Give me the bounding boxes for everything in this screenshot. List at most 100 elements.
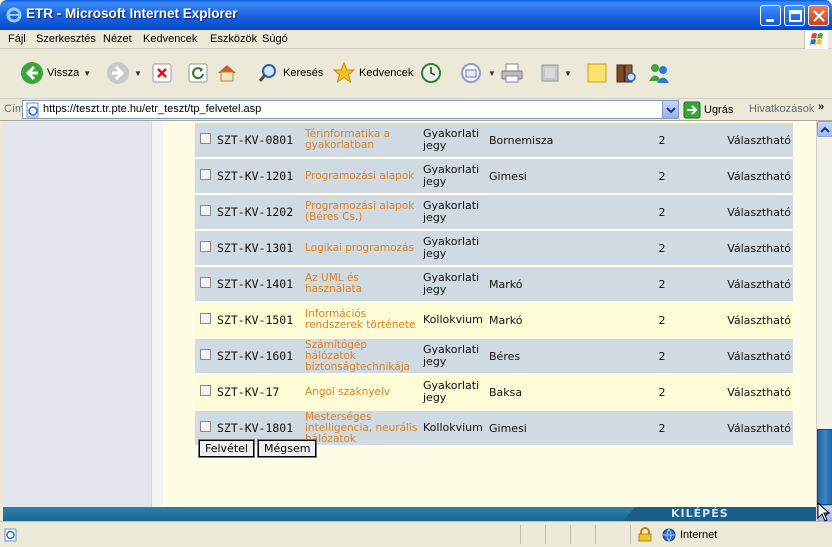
course-credit-cell: 2	[601, 231, 723, 265]
back-button[interactable]: Vissza ▼	[20, 57, 91, 89]
status-separator	[570, 525, 571, 544]
course-checkbox[interactable]	[199, 349, 211, 360]
print-icon	[501, 63, 523, 83]
stop-button[interactable]	[152, 57, 172, 89]
menu-edit[interactable]: Szerkesztés	[36, 33, 96, 45]
scroll-up-button[interactable]	[817, 121, 832, 137]
course-code: SZT-KV-1401	[217, 277, 294, 291]
edit-icon	[541, 64, 559, 82]
toolbar: Vissza ▼ ▼ Keresés Kedvencek ▼ ▼	[0, 49, 832, 99]
stop-icon	[152, 63, 172, 83]
course-name[interactable]: Térinformatika a gyakorlatban	[305, 128, 390, 151]
history-button[interactable]	[420, 57, 442, 89]
course-status: Választható	[727, 349, 791, 363]
windows-logo-icon	[804, 31, 828, 49]
course-teacher: Bornemisza	[489, 133, 554, 147]
course-checkbox[interactable]	[199, 313, 211, 324]
submit-button[interactable]: Felvétel	[198, 439, 255, 458]
course-credit: 2	[658, 313, 666, 327]
close-button[interactable]	[808, 5, 829, 26]
course-credit-cell: 2	[601, 375, 723, 409]
course-name[interactable]: Számítógép hálózatok biztonságtechnikája	[305, 339, 410, 373]
course-row: SZT-KV-1201 Programozási alapok Gyakorlati…	[195, 159, 793, 193]
course-table: SZT-KV-0801 Térinformatika a gyakorlatban…	[195, 121, 793, 447]
go-button[interactable]: Ugrás	[683, 101, 733, 119]
course-checkbox-cell	[195, 123, 215, 157]
note-icon	[587, 63, 607, 83]
refresh-button[interactable]	[188, 57, 208, 89]
course-code: SZT-KV-1202	[217, 205, 294, 219]
course-type-cell: Gyakorlati jegy	[421, 339, 487, 373]
course-name-cell: Programozási alapok	[303, 159, 421, 193]
course-code: SZT-KV-1501	[217, 313, 294, 327]
favorites-button[interactable]: Kedvencek	[332, 57, 413, 89]
links-label[interactable]: Hivatkozások	[749, 103, 814, 115]
exit-link[interactable]: KILÉPÉS	[671, 507, 729, 520]
messenger-button[interactable]	[646, 57, 672, 89]
forward-button[interactable]: ▼	[106, 57, 142, 89]
mail-dropdown-icon[interactable]: ▼	[488, 69, 496, 78]
title-bar: ETR - Microsoft Internet Explorer	[0, 0, 832, 30]
course-type: Gyakorlati jegy	[423, 379, 480, 404]
address-dropdown-button[interactable]	[662, 101, 678, 118]
discuss-button[interactable]	[586, 57, 608, 89]
course-code: SZT-KV-0801	[217, 133, 294, 147]
security-zone: Internet	[662, 528, 717, 542]
page-content: SZT-KV-0801 Térinformatika a gyakorlatban…	[3, 121, 816, 521]
course-teacher-cell: Bornemisza	[487, 123, 601, 157]
course-name[interactable]: Mesterséges intelligencia, neurális háló…	[305, 411, 417, 445]
course-status: Választható	[727, 277, 791, 291]
menu-favorites[interactable]: Kedvencek	[143, 33, 197, 45]
close-icon	[813, 10, 825, 22]
course-status-cell: Választható	[723, 375, 793, 409]
course-status-cell: Választható	[723, 411, 793, 445]
course-credit: 2	[658, 133, 666, 147]
cancel-button[interactable]: Mégsem	[256, 439, 318, 458]
address-input[interactable]: https://teszt.tr.pte.hu/etr_teszt/tp_fel…	[22, 100, 679, 119]
vertical-scrollbar[interactable]	[816, 121, 832, 521]
menu-file[interactable]: Fájl	[8, 33, 26, 45]
home-button[interactable]	[216, 57, 238, 89]
menu-tools[interactable]: Eszközök	[210, 33, 257, 45]
research-button[interactable]	[614, 57, 638, 89]
search-button[interactable]: Keresés	[258, 57, 323, 89]
back-dropdown-icon[interactable]: ▼	[83, 69, 91, 78]
menu-help[interactable]: Súgó	[262, 33, 288, 45]
edit-dropdown-icon[interactable]: ▼	[564, 69, 572, 78]
course-row: SZT-KV-1202 Programozási alapok (Béres Cs…	[195, 195, 793, 229]
mail-button[interactable]: ▼	[460, 57, 496, 89]
forward-dropdown-icon[interactable]: ▼	[134, 69, 142, 78]
menu-view[interactable]: Nézet	[103, 33, 132, 45]
course-code: SZT-KV-1201	[217, 169, 294, 183]
course-checkbox[interactable]	[199, 277, 211, 288]
links-chevron-icon[interactable]: »	[818, 101, 824, 113]
messenger-icon	[649, 64, 669, 83]
course-teacher-cell: Markó	[487, 267, 601, 301]
course-name[interactable]: Angol szaknyelv	[305, 386, 390, 398]
course-checkbox[interactable]	[199, 241, 211, 252]
star-icon	[332, 61, 356, 84]
course-checkbox[interactable]	[199, 421, 211, 432]
course-credit: 2	[658, 421, 666, 435]
maximize-button[interactable]	[784, 5, 805, 26]
course-checkbox[interactable]	[199, 169, 211, 180]
course-credit-cell: 2	[601, 411, 723, 445]
course-checkbox[interactable]	[199, 133, 211, 144]
edit-button[interactable]: ▼	[540, 57, 572, 89]
course-type-cell: Gyakorlati jegy	[421, 267, 487, 301]
course-name[interactable]: Logikai programozás	[305, 242, 414, 254]
course-checkbox[interactable]	[199, 385, 211, 396]
course-name[interactable]: Az UML és használata	[305, 272, 362, 295]
course-row: SZT-KV-0801 Térinformatika a gyakorlatban…	[195, 123, 793, 157]
minimize-button[interactable]	[760, 5, 781, 26]
scroll-thumb[interactable]	[817, 429, 832, 505]
print-button[interactable]	[500, 57, 524, 89]
course-credit: 2	[658, 241, 666, 255]
course-name[interactable]: Információs rendszerek története	[305, 308, 415, 331]
refresh-icon	[188, 63, 208, 83]
course-name[interactable]: Programozási alapok	[305, 170, 414, 182]
status-separator	[520, 525, 521, 544]
course-name[interactable]: Programozási alapok (Béres Cs.)	[305, 200, 414, 223]
course-checkbox[interactable]	[199, 205, 211, 216]
course-checkbox-cell	[195, 231, 215, 265]
